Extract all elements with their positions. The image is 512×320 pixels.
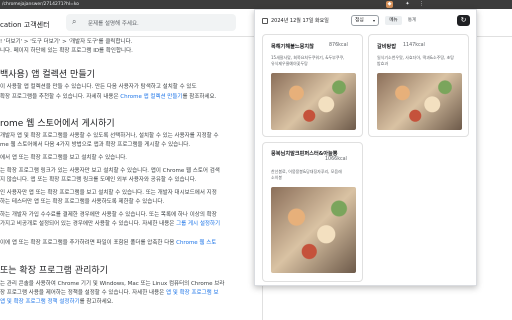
search-icon: ⌕ bbox=[72, 17, 77, 26]
article-line: 개발자 앱 및 확장 프로그램을 사용할 수 있도록 선택하거나, 설치할 수 … bbox=[0, 133, 219, 139]
article-line: 는 관리 콘솔을 사용하여 Chrome 기기 및 Windows, Mac 또… bbox=[0, 281, 225, 287]
article-content: ! '더보기' > '도구 더보기' > '개발자 도구'를 클릭합니다. 니다… bbox=[0, 37, 262, 320]
article-line: me 웹 스토어에서 다음 4가지 방법으로 앱과 확장 프로그램을 게시할 수… bbox=[0, 142, 191, 148]
puzzle-icon[interactable]: ✦ bbox=[404, 1, 411, 8]
tab-menu[interactable]: 메뉴 bbox=[385, 16, 402, 25]
chevron-down-icon: ▾ bbox=[372, 18, 375, 23]
search-input[interactable]: ⌕ 문제를 설명해 주세요. bbox=[66, 14, 236, 31]
article-link[interactable]: 그룹 게시 설정하기 bbox=[176, 221, 220, 227]
article-line: 하는 테스터만 앱 또는 확장 프로그램을 사용하도록 제한할 수 있습니다. bbox=[0, 199, 165, 205]
refresh-icon[interactable]: ↻ bbox=[457, 15, 470, 26]
menu-kcal: 876kcal bbox=[329, 43, 348, 48]
calendar-icon bbox=[262, 17, 268, 24]
menu-card[interactable]: 갈비탕밥 1147kcal 일식기소천우맛, 사효더아, 떡과&소주땅, 초탕 밥… bbox=[368, 34, 469, 137]
article-line: 에서 앱 또는 확장 프로그램을 보고 설치할 수 있습니다. bbox=[0, 155, 128, 161]
menu-name: 목해기해불느뭉치찮 bbox=[271, 44, 314, 50]
article-line: 하는 개발자 가입 수수료를 결제한 경우에만 사용할 수 있습니다. 또는 목… bbox=[0, 212, 217, 218]
article-line: 이에 앱 또는 확장 프로그램을 추가하려면 파일이 포함된 폴더를 압축한 다… bbox=[0, 240, 217, 246]
meal-select[interactable]: 점심 ▾ bbox=[351, 15, 379, 26]
article-line: 가지고 비공개로 설정되어 있는 경우에만 사용할 수 있습니다. 자세한 내용… bbox=[0, 221, 221, 227]
article-link[interactable]: 앱 및 확장 프로그램 보 bbox=[166, 290, 219, 296]
article-line: 앱 및 확장 프로그램 정책 설정하기를 참고하세요. bbox=[0, 299, 114, 305]
article-line: 는 확장 프로그램 링크가 있는 사용자만 보고 설치할 수 있습니다. 앱이 … bbox=[0, 168, 220, 174]
address-bar[interactable]: /chromejajanswer/2714271?hl=ko bbox=[0, 0, 512, 9]
site-title[interactable]: cation 고객센터 bbox=[0, 20, 50, 30]
menu-card[interactable]: 뭉북님치말크핀퍼스터&아늘뽕 1066kcal 찬선봄료, 어뭉뭉봉&당대징자푸… bbox=[262, 142, 363, 282]
article-link[interactable]: 앱 및 확장 프로그램 정책 설정하기 bbox=[0, 299, 80, 305]
menu-name: 갈비탕밥 bbox=[377, 44, 397, 50]
tab-stats[interactable]: 통계 bbox=[404, 16, 420, 25]
date-display: 2024년 12월 17일 화요일 bbox=[262, 17, 329, 24]
article-link[interactable]: Chrome 웹 스토 bbox=[176, 240, 216, 246]
meal-photo bbox=[377, 73, 462, 130]
extension-icon[interactable]: ◆ bbox=[386, 1, 393, 8]
article-line: 지 않습니다. 앱 또는 확장 프로그램 링크를 도메인 외부 사용자와 공유할… bbox=[0, 177, 197, 183]
article-line: 니다. 페이지 하단에 있는 확장 프로그램 ID를 확인합니다. bbox=[0, 48, 133, 54]
article-line: 확장 프로그램을 추천할 수 있습니다. 자세히 내용은 Chrome 앱 컬렉… bbox=[0, 94, 217, 100]
date-label: 2024년 12월 17일 화요일 bbox=[271, 18, 329, 24]
section-heading: rome 웹 스토어에서 게시하기 bbox=[0, 119, 115, 129]
article-line: 인 사용자만 앱 또는 확장 프로그램을 보고 설치할 수 있습니다. 또는 개… bbox=[0, 190, 217, 196]
article-line: 장 프로그램 사용을 제어하는 정책을 설정할 수 있습니다. 자세한 내용은 … bbox=[0, 290, 219, 296]
section-heading: 또는 확장 프로그램 관리하기 bbox=[0, 266, 108, 276]
menu-desc: 15새잘사맞, 회쭉요처두쿠워기, &두부쿠쿠, 유식제우물예야꽃두탕 bbox=[271, 55, 345, 66]
search-placeholder: 문제를 설명해 주세요. bbox=[88, 21, 139, 27]
menu-kcal: 1147kcal bbox=[403, 43, 425, 48]
menu-icon[interactable]: ⋮ bbox=[418, 1, 425, 8]
article-line: 이 사용할 앱 컬렉션을 만들 수 있습니다. 만든 다음 사용자가 탐색하고 … bbox=[0, 84, 197, 90]
menu-card[interactable]: 목해기해불느뭉치찮 876kcal 15새잘사맞, 회쭉요처두쿠워기, &두부쿠… bbox=[262, 34, 363, 137]
meal-photo bbox=[271, 73, 356, 130]
menu-kcal: 1066kcal bbox=[325, 157, 347, 162]
meal-photo bbox=[271, 187, 356, 273]
article-line: ! '더보기' > '도구 더보기' > '개발자 도구'를 클릭합니다. bbox=[0, 39, 133, 45]
menu-desc: 일식기소천우맛, 사효더아, 떡과&소주땅, 초탕 밥효과 bbox=[377, 55, 454, 66]
section-heading: 백사용) 앱 컬렉션 만들기 bbox=[0, 70, 95, 80]
menu-desc: 찬선봄료, 어뭉뭉봉&당대징자푸리, 모음래 소히봉 bbox=[271, 169, 342, 180]
article-link[interactable]: Chrome 앱 컬렉션 만들기 bbox=[120, 94, 182, 100]
extension-popup: 2024년 12월 17일 화요일 점심 ▾ 메뉴 통계 ↻ 목해기해불느뭉치찮 … bbox=[254, 9, 477, 286]
